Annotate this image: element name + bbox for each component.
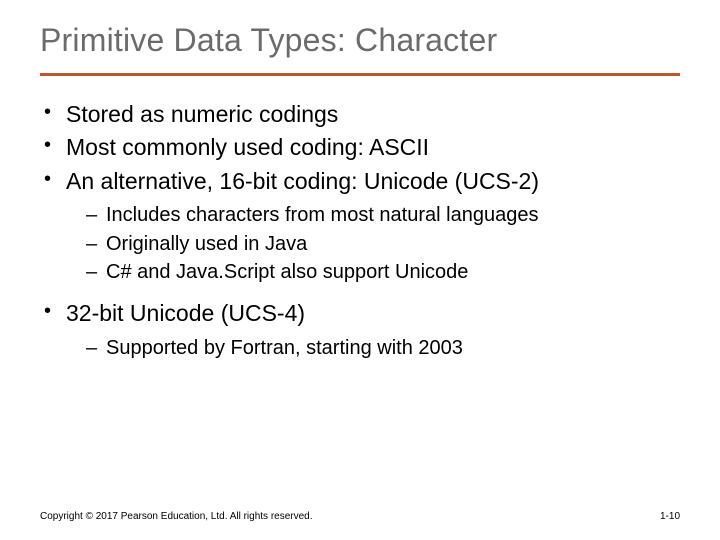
bullet-text: 32-bit Unicode (UCS-4) — [66, 300, 305, 326]
sub-bullet-item: Supported by Fortran, starting with 2003 — [86, 335, 680, 361]
sub-bullet-list: Includes characters from most natural la… — [66, 202, 680, 285]
bullet-item: Most commonly used coding: ASCII — [40, 133, 680, 162]
bullet-text: An alternative, 16-bit coding: Unicode (… — [66, 168, 539, 194]
bullet-list: Stored as numeric codings Most commonly … — [40, 100, 680, 361]
slide-footer: Copyright © 2017 Pearson Education, Ltd.… — [40, 511, 680, 522]
sub-bullet-item: Includes characters from most natural la… — [86, 202, 680, 228]
bullet-item: An alternative, 16-bit coding: Unicode (… — [40, 167, 680, 286]
sub-bullet-item: C# and Java.Script also support Unicode — [86, 259, 680, 285]
slide-body: Stored as numeric codings Most commonly … — [0, 76, 720, 361]
bullet-item: Stored as numeric codings — [40, 100, 680, 129]
copyright-text: Copyright © 2017 Pearson Education, Ltd.… — [40, 511, 313, 522]
slide: Primitive Data Types: Character Stored a… — [0, 0, 720, 540]
sub-bullet-list: Supported by Fortran, starting with 2003 — [66, 335, 680, 361]
slide-title: Primitive Data Types: Character — [0, 0, 720, 59]
bullet-item: 32-bit Unicode (UCS-4) Supported by Fort… — [40, 299, 680, 361]
page-number: 1-10 — [660, 511, 680, 522]
sub-bullet-item: Originally used in Java — [86, 231, 680, 257]
